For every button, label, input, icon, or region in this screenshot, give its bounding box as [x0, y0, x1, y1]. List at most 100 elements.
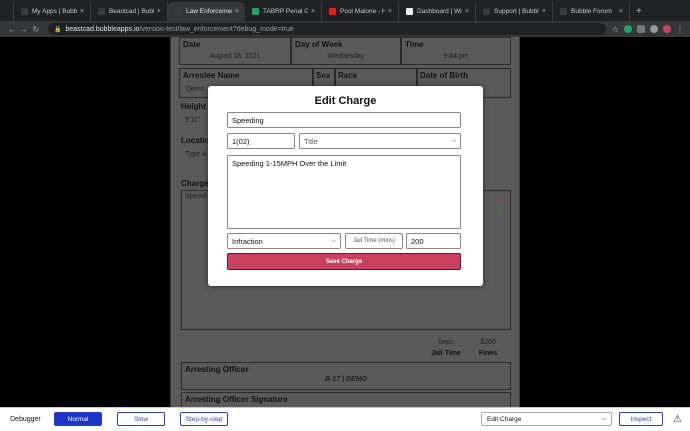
- title-select[interactable]: Title ⌵: [299, 133, 461, 149]
- tab-title: My Apps | Bubble: [32, 8, 77, 15]
- avatar[interactable]: [663, 25, 671, 33]
- edit-charge-modal: Edit Charge Speeding 1(02) Title ⌵ Speed…: [208, 86, 483, 286]
- inspect-button[interactable]: Inspect: [619, 412, 663, 426]
- favicon-icon: [252, 8, 259, 15]
- fine-input[interactable]: 200: [406, 233, 461, 249]
- charges-label: Charge: [181, 179, 209, 188]
- fine-total-value: $200: [480, 339, 496, 346]
- tab-title: Support | Bubble: [494, 8, 539, 15]
- slow-mode-button[interactable]: Slow: [117, 412, 165, 426]
- favicon-icon: [329, 8, 336, 15]
- date-value: August 18, 2021: [209, 53, 261, 60]
- step-by-step-button[interactable]: Step-by-step: [180, 412, 228, 426]
- browser-tab-strip: My Apps | Bubble×Beastcad | Bubble×Law E…: [0, 0, 690, 21]
- url-field[interactable]: 🔒 beastcad.bubbleapps.io/version-test/la…: [48, 23, 606, 35]
- favicon-icon: [175, 8, 182, 15]
- close-icon[interactable]: ×: [311, 8, 315, 15]
- close-icon[interactable]: ×: [619, 8, 623, 15]
- signature-label: Arresting Officer Signature: [185, 395, 288, 404]
- charge-code-input[interactable]: 1(02): [227, 133, 295, 149]
- extension-icon[interactable]: [624, 25, 632, 33]
- browser-tab[interactable]: Bubble Forum ×: [553, 2, 630, 21]
- time-cell: Time 9:44 pm: [401, 37, 511, 65]
- jail-time-input[interactable]: Jail Time (mins): [345, 233, 403, 249]
- close-icon[interactable]: ×: [465, 8, 469, 15]
- tab-title: Post Malone - Hi: [340, 8, 385, 15]
- element-select[interactable]: Edit Charge ⌵: [481, 412, 612, 426]
- debugger-label: Debugger: [10, 416, 41, 423]
- favicon-icon: [21, 8, 28, 15]
- tab-title: Dashboard | Wix: [417, 8, 462, 15]
- delete-icon[interactable]: ✕: [496, 195, 503, 204]
- type-select[interactable]: Infraction ⌵: [227, 233, 341, 249]
- debugger-bar: Debugger Normal Slow Step-by-step Edit C…: [0, 407, 690, 431]
- dow-value: Wednesday: [327, 53, 365, 60]
- extension-icon-2[interactable]: [650, 25, 658, 33]
- close-icon[interactable]: ×: [235, 8, 239, 15]
- date-label: Date: [183, 40, 201, 49]
- address-bar-row: ← → ↻ 🔒 beastcad.bubbleapps.io/version-t…: [0, 21, 690, 37]
- url-host: beastcad.bubbleapps.io: [65, 25, 140, 33]
- menu-icon[interactable]: ⋮: [676, 25, 684, 34]
- tab-title: TABRP Penal Code: [263, 8, 308, 15]
- favicon-icon: [406, 8, 413, 15]
- browser-tab[interactable]: TABRP Penal Code×: [245, 2, 322, 21]
- officer-cell: Arresting Officer B-17 | DEMO: [181, 362, 511, 390]
- dob-label: Date of Birth: [420, 71, 468, 80]
- title-select-value: Title: [304, 136, 318, 146]
- fines-label: Fines: [478, 350, 498, 357]
- signature-cell: Arresting Officer Signature: [181, 392, 511, 407]
- sex-label: Sex: [316, 71, 331, 80]
- jail-total-value: 0min: [438, 339, 454, 346]
- normal-mode-button[interactable]: Normal: [54, 412, 102, 426]
- page-content: Date August 18, 2021 Day of Week Wednesd…: [0, 37, 690, 407]
- forward-icon[interactable]: →: [18, 25, 30, 34]
- tab-title: Law Enforcement: [186, 8, 232, 15]
- browser-tab[interactable]: Dashboard | Wix ×: [399, 2, 476, 21]
- close-icon[interactable]: ×: [157, 8, 161, 15]
- save-charge-button[interactable]: Save Charge: [227, 253, 461, 270]
- close-icon[interactable]: ×: [80, 8, 84, 15]
- tab-title: Beastcad | Bubble: [109, 8, 154, 15]
- bookmark-star-icon[interactable]: ☆: [612, 25, 619, 34]
- modal-title: Edit Charge: [314, 95, 377, 107]
- officer-value: B-17 | DEMO: [324, 376, 368, 383]
- chevron-down-icon-3: ⌵: [601, 415, 606, 422]
- tab-strip-spacer: [0, 2, 14, 21]
- tab-list: My Apps | Bubble×Beastcad | Bubble×Law E…: [14, 2, 630, 21]
- favicon-icon: [560, 8, 567, 15]
- edit-icon[interactable]: ✎: [496, 205, 503, 214]
- height-label: Height: [181, 102, 206, 111]
- chevron-down-icon: ⌵: [451, 137, 456, 144]
- date-cell: Date August 18, 2021: [179, 37, 291, 65]
- tab-title: Bubble Forum: [571, 8, 612, 15]
- browser-tab[interactable]: Support | Bubble ×: [476, 2, 553, 21]
- favicon-icon: [483, 8, 490, 15]
- jail-time-label: Jail Time: [431, 350, 461, 357]
- type-select-value: Infraction: [232, 236, 263, 246]
- browser-tab[interactable]: Post Malone - Hi ×: [322, 2, 399, 21]
- url-path: /version-test/law_enforcement?debug_mode…: [139, 25, 294, 33]
- reload-icon[interactable]: ↻: [30, 25, 42, 34]
- browser-tab[interactable]: My Apps | Bubble×: [14, 2, 91, 21]
- height-cell: Height 5'11": [179, 100, 209, 132]
- time-label: Time: [405, 40, 424, 49]
- close-icon[interactable]: ×: [388, 8, 392, 15]
- close-icon[interactable]: ×: [542, 8, 546, 15]
- element-select-value: Edit Charge: [487, 415, 522, 423]
- description-textarea[interactable]: Speeding 1-15MPH Over the Limit: [227, 155, 461, 229]
- charge-name-input[interactable]: Speeding: [227, 112, 461, 128]
- browser-tab[interactable]: Beastcad | Bubble×: [91, 2, 168, 21]
- officer-label: Arresting Officer: [185, 365, 249, 374]
- back-icon[interactable]: ←: [6, 25, 18, 34]
- lock-icon: 🔒: [54, 26, 62, 33]
- arrestee-label: Arrestee Name: [183, 71, 240, 80]
- browser-tab[interactable]: Law Enforcement ×: [168, 2, 245, 21]
- time-value: 9:44 pm: [443, 53, 469, 60]
- favicon-icon: [98, 8, 105, 15]
- warning-icon[interactable]: ⚠: [673, 414, 682, 425]
- height-value: 5'11": [185, 117, 200, 124]
- chevron-down-icon-2: ⌵: [331, 237, 336, 244]
- puzzle-icon[interactable]: [637, 25, 645, 33]
- new-tab-icon[interactable]: +: [630, 2, 648, 21]
